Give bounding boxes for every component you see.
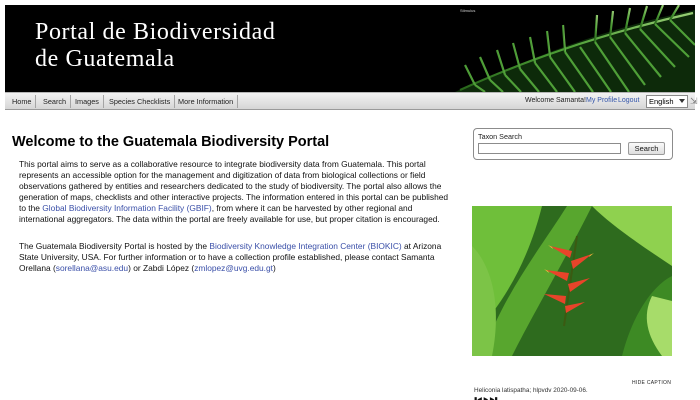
intro-paragraph: This portal aims to serve as a collabora… bbox=[19, 159, 449, 225]
heliconia-photo bbox=[472, 206, 672, 356]
chevron-down-icon bbox=[679, 99, 685, 103]
biokic-link[interactable]: Biodiversity Knowledge Integration Cente… bbox=[209, 241, 401, 251]
resize-handle-icon[interactable]: ⇲ bbox=[690, 96, 698, 107]
hosting-text-3: ) or Zabdi López ( bbox=[128, 263, 195, 273]
taxon-search-box: Taxon Search Search bbox=[473, 128, 673, 160]
fern-leaf-image bbox=[455, 5, 695, 92]
menu-bar: Home Search Images Species Checklists Mo… bbox=[5, 92, 698, 110]
menu-more-information[interactable]: More Information bbox=[174, 95, 239, 108]
menu-home[interactable]: Home bbox=[8, 95, 37, 108]
my-profile-link[interactable]: My Profile bbox=[586, 97, 617, 104]
welcome-text: Welcome Samanta! bbox=[525, 97, 586, 104]
menu-species-checklists[interactable]: Species Checklists bbox=[105, 95, 176, 108]
hide-caption-button[interactable]: HIDE CAPTION bbox=[632, 380, 671, 386]
hosting-paragraph: The Guatemala Biodiversity Portal is hos… bbox=[19, 241, 449, 274]
logout-link[interactable]: Logout bbox=[618, 97, 639, 104]
site-title-line2: de Guatemala bbox=[35, 46, 175, 72]
hosting-text-4: ) bbox=[273, 263, 276, 273]
email-orellana-link[interactable]: sorellana@asu.edu bbox=[56, 263, 128, 273]
taxon-search-input[interactable] bbox=[478, 143, 621, 154]
gbif-link[interactable]: Global Biodiversity Information Facility… bbox=[42, 203, 211, 213]
menu-search[interactable]: Search bbox=[39, 95, 72, 108]
language-select[interactable]: English bbox=[646, 95, 688, 108]
hosting-text-1: The Guatemala Biodiversity Portal is hos… bbox=[19, 241, 210, 251]
slideshow-controls[interactable]: ▮◀ ▶ ▶▮ bbox=[474, 396, 498, 400]
page-title: Welcome to the Guatemala Biodiversity Po… bbox=[12, 134, 330, 150]
taxon-search-label: Taxon Search bbox=[478, 132, 522, 141]
site-title[interactable]: Portal de Biodiversidad de Guatemala bbox=[35, 19, 275, 73]
search-button[interactable]: Search bbox=[628, 142, 665, 155]
heliconia-image bbox=[472, 206, 672, 356]
photo-caption: Heliconia latispatha; hlpvdv 2020-09-06. bbox=[474, 387, 588, 394]
header-banner: Portal de Biodiversidad de Guatemala Sti… bbox=[5, 5, 695, 92]
menu-images[interactable]: Images bbox=[71, 95, 104, 108]
email-lopez-link[interactable]: zmlopez@uvg.edu.gt bbox=[194, 263, 273, 273]
language-value: English bbox=[649, 97, 674, 106]
site-title-line1: Portal de Biodiversidad bbox=[35, 19, 276, 45]
